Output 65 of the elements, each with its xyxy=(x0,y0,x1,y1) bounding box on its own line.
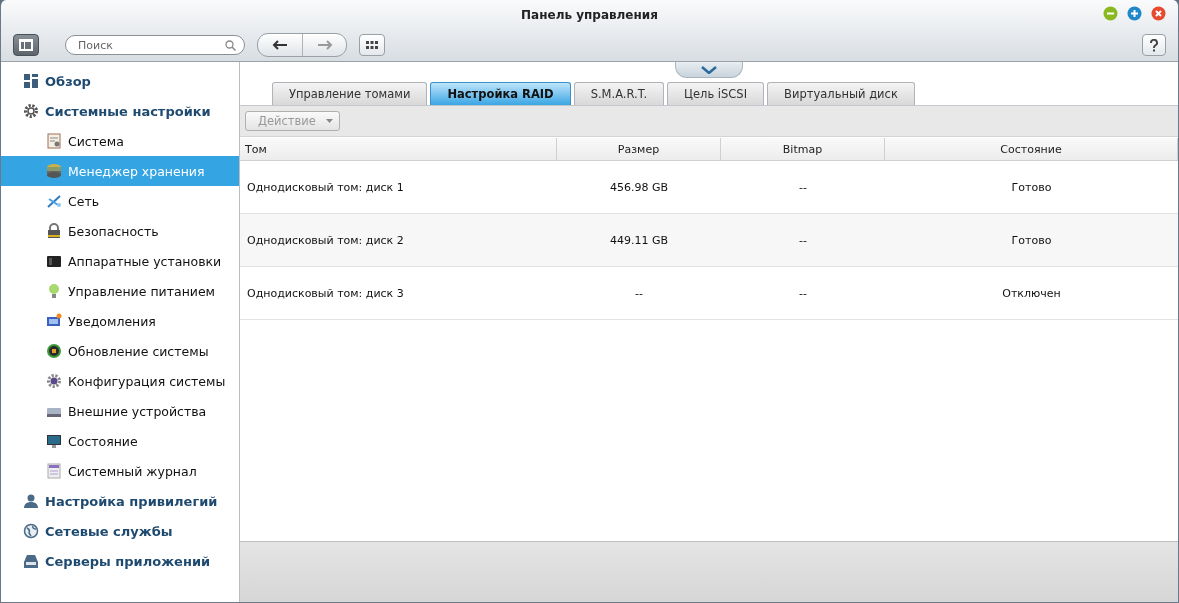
sidebar-item[interactable]: Обновление системы xyxy=(1,336,239,366)
monitor-icon xyxy=(46,433,62,449)
column-header[interactable]: Размер xyxy=(557,138,721,161)
sidebar-item[interactable]: Безопасность xyxy=(1,216,239,246)
bulb-icon xyxy=(46,283,62,299)
close-icon[interactable] xyxy=(1151,6,1166,21)
table-cell: Готово xyxy=(885,214,1178,267)
column-header[interactable]: Том xyxy=(240,138,557,161)
table-cell: -- xyxy=(557,267,721,320)
monitor-icon xyxy=(46,313,62,329)
document-icon xyxy=(46,133,62,149)
sidebar-item[interactable]: Настройка привилегий xyxy=(1,486,239,516)
collapse-tab[interactable] xyxy=(675,62,743,78)
table-cell: Отключен xyxy=(885,267,1178,320)
search-icon xyxy=(225,40,236,51)
tab[interactable]: S.M.A.R.T. xyxy=(573,82,665,105)
column-header[interactable]: Состояние xyxy=(885,138,1178,161)
arrow-right-icon xyxy=(316,40,333,50)
sidebar-item[interactable]: Системный журнал xyxy=(1,456,239,486)
chip-icon xyxy=(46,343,62,359)
sidebar-item[interactable]: Аппаратные установки xyxy=(1,246,239,276)
table-cell: Однодисковый том: диск 3 xyxy=(240,267,557,320)
tray-icon xyxy=(23,553,39,569)
padlock-icon xyxy=(46,223,62,239)
tab[interactable]: Управление томами xyxy=(272,82,428,105)
gear-icon xyxy=(23,103,39,119)
document-icon xyxy=(46,463,62,479)
sidebar-item[interactable]: Внешние устройства xyxy=(1,396,239,426)
table-cell: -- xyxy=(721,267,885,320)
table-cell: 449.11 GB xyxy=(557,214,721,267)
arrow-left-icon xyxy=(272,40,288,50)
help-button[interactable] xyxy=(1142,34,1166,56)
tab[interactable]: Виртуальный диск xyxy=(767,82,915,105)
window-title: Панель управления xyxy=(521,8,658,22)
sidebar-item[interactable]: Конфигурация системы xyxy=(1,366,239,396)
grid-icon xyxy=(23,73,39,89)
sidebar-item[interactable]: Управление питанием xyxy=(1,276,239,306)
tab[interactable]: Цель iSCSI xyxy=(667,82,765,105)
sidebar-item[interactable]: Системные настройки xyxy=(1,96,239,126)
search-field[interactable]: Поиск xyxy=(65,35,245,55)
chevron-down-icon xyxy=(701,65,717,74)
globe-icon xyxy=(23,523,39,539)
network-icon xyxy=(46,193,62,209)
device-icon xyxy=(46,253,62,269)
dots-grid-icon xyxy=(366,41,378,49)
gear-icon xyxy=(46,373,62,389)
apps-button[interactable] xyxy=(359,34,385,56)
sidebar-item[interactable]: Сетевые службы xyxy=(1,516,239,546)
maximize-icon[interactable] xyxy=(1127,6,1142,21)
sidebar-item[interactable]: Уведомления xyxy=(1,306,239,336)
sidebar-item[interactable]: Система xyxy=(1,126,239,156)
sidebar-item[interactable]: Обзор xyxy=(1,66,239,96)
disk-stack-icon xyxy=(46,163,62,179)
table-cell: Однодисковый том: диск 2 xyxy=(240,214,557,267)
panel-icon xyxy=(19,39,33,51)
question-icon xyxy=(1149,38,1159,52)
table-cell: -- xyxy=(721,214,885,267)
caret-icon xyxy=(325,119,333,123)
person-icon xyxy=(23,493,39,509)
sidebar-item[interactable]: Серверы приложений xyxy=(1,546,239,576)
tab[interactable]: Настройка RAID xyxy=(430,82,571,105)
sidebar-item[interactable]: Сеть xyxy=(1,186,239,216)
column-header[interactable]: Bitmap xyxy=(721,138,885,161)
sidebar-item[interactable]: Состояние xyxy=(1,426,239,456)
sidebar-toggle-button[interactable] xyxy=(13,34,39,56)
